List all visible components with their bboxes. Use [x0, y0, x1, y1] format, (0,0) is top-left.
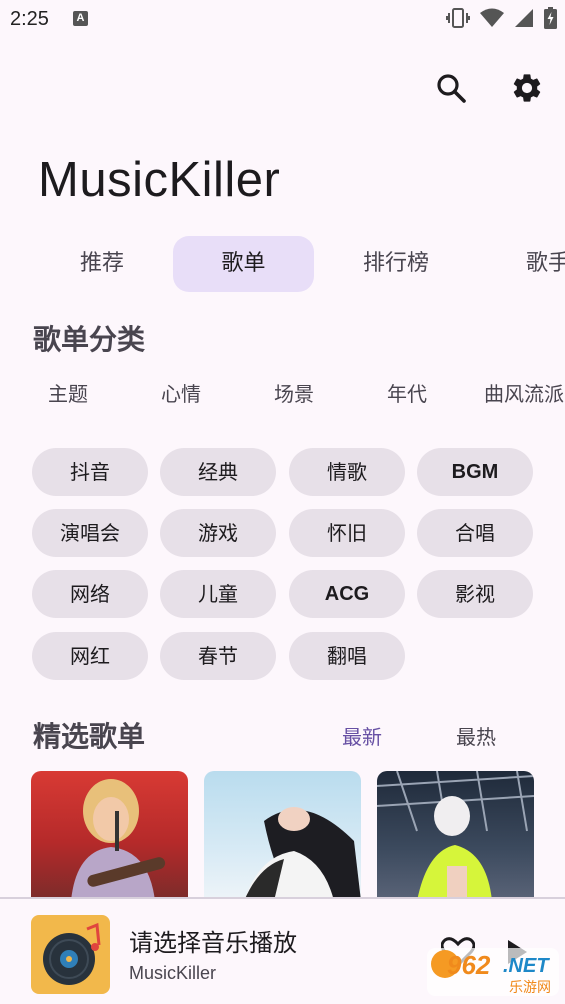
tab-bar: 推荐 歌单 排行榜 歌手: [0, 236, 565, 292]
featured-section-title: 精选歌单: [33, 720, 146, 753]
album-art[interactable]: [31, 915, 110, 994]
category-mood[interactable]: 心情: [161, 378, 201, 407]
tag-chip[interactable]: 春节: [160, 632, 276, 680]
playlist-cover[interactable]: [204, 771, 361, 901]
tag-chip[interactable]: 情歌: [289, 448, 405, 496]
tab-charts[interactable]: 排行榜: [340, 236, 452, 292]
site-watermark: 962 .NET 乐游网: [425, 942, 561, 998]
tag-chip[interactable]: BGM: [417, 448, 533, 496]
vibrate-icon: [446, 8, 470, 28]
cover-image: [244, 807, 361, 901]
wifi-icon: [480, 8, 504, 27]
search-icon: [437, 74, 466, 103]
gear-icon: [513, 74, 541, 102]
svg-text:乐游网: 乐游网: [509, 980, 551, 996]
tag-chip[interactable]: 网络: [32, 570, 148, 618]
app-screen: 2:25 A MusicKiller 推荐 歌单 排行榜 歌手 歌单分类 主题 …: [0, 0, 565, 1004]
svg-text:962: 962: [447, 950, 491, 980]
battery-icon: [544, 7, 557, 29]
vinyl-icon: [43, 922, 101, 985]
tag-chip[interactable]: 经典: [160, 448, 276, 496]
filter-newest[interactable]: 最新: [342, 721, 382, 750]
category-genre[interactable]: 曲风流派: [484, 378, 564, 407]
notification-badge: A: [73, 11, 88, 26]
playlist-cover[interactable]: [31, 771, 188, 901]
tag-chip[interactable]: 网红: [32, 632, 148, 680]
tag-chip[interactable]: 怀旧: [289, 509, 405, 557]
category-era[interactable]: 年代: [387, 378, 427, 407]
status-time: 2:25: [10, 8, 49, 30]
tag-chip[interactable]: 游戏: [160, 509, 276, 557]
tab-playlists[interactable]: 歌单: [173, 236, 314, 292]
tag-chip[interactable]: 影视: [417, 570, 533, 618]
playlist-cover[interactable]: [377, 771, 534, 901]
tag-chip[interactable]: 儿童: [160, 570, 276, 618]
category-section-title: 歌单分类: [33, 323, 146, 356]
cover-image: [71, 779, 166, 901]
settings-button[interactable]: [509, 70, 545, 106]
status-bar: 2:25 A: [0, 0, 565, 40]
category-theme[interactable]: 主题: [48, 378, 88, 407]
tag-chip[interactable]: ACG: [289, 570, 405, 618]
category-row: 主题 心情 场景 年代 曲风流派: [0, 378, 565, 414]
tag-chip[interactable]: 演唱会: [32, 509, 148, 557]
cover-image: [377, 771, 534, 901]
tab-recommend[interactable]: 推荐: [50, 236, 154, 292]
player-subtitle: MusicKiller: [129, 963, 217, 983]
category-scene[interactable]: 场景: [274, 378, 314, 407]
status-icons: [446, 7, 557, 29]
tag-chip[interactable]: 翻唱: [289, 632, 405, 680]
svg-text:.NET: .NET: [503, 955, 550, 977]
app-title: MusicKiller: [38, 153, 281, 207]
search-button[interactable]: [433, 70, 469, 106]
signal-icon: [515, 9, 533, 27]
tag-chip[interactable]: 抖音: [32, 448, 148, 496]
tag-chip[interactable]: 合唱: [417, 509, 533, 557]
filter-hottest[interactable]: 最热: [456, 721, 496, 750]
tab-artists[interactable]: 歌手: [503, 236, 565, 292]
player-title: 请选择音乐播放: [129, 929, 297, 957]
watermark-logo: 962 .NET 乐游网: [427, 948, 559, 996]
